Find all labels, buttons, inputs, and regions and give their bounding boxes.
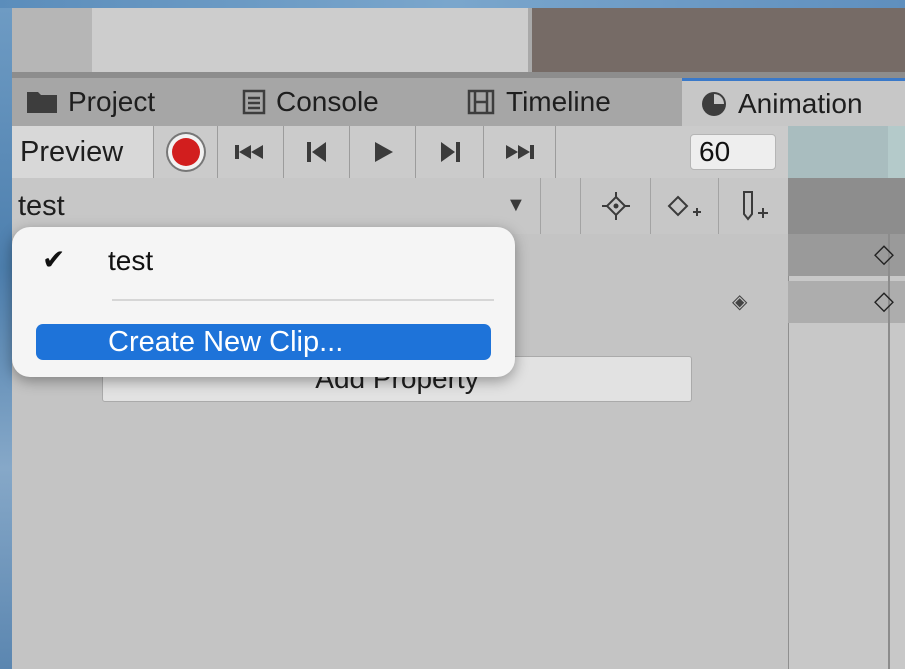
- scene-view[interactable]: [532, 8, 905, 72]
- timeline-ruler-marker: [888, 126, 905, 178]
- keyframe-diamond-icon[interactable]: ◇: [874, 285, 894, 316]
- add-keyframe-icon: [667, 195, 701, 217]
- desktop-backdrop: [0, 0, 12, 669]
- console-icon: [242, 89, 266, 115]
- menu-separator: [112, 299, 494, 301]
- tab-animation[interactable]: Animation: [682, 78, 905, 126]
- previous-keyframe-button[interactable]: [284, 126, 350, 178]
- skip-to-start-icon: [234, 145, 263, 159]
- editor-tab-bar: Project Console Timeline Animation: [12, 78, 905, 127]
- timeline-icon: [467, 89, 495, 115]
- menu-item-test[interactable]: test: [108, 245, 153, 277]
- frame-value: 60: [699, 136, 731, 167]
- tab-timeline-label: Timeline: [506, 86, 611, 117]
- menu-item-test-label: test: [108, 245, 154, 276]
- play-button[interactable]: [350, 126, 416, 178]
- record-icon: [171, 138, 200, 166]
- preview-button[interactable]: Preview: [12, 126, 154, 178]
- chevron-down-icon: ▼: [506, 194, 526, 216]
- folder-icon: [27, 92, 57, 113]
- clock-icon: [702, 91, 726, 116]
- record-button[interactable]: [154, 126, 218, 178]
- tab-project-label: Project: [68, 86, 156, 117]
- step-forward-icon: [440, 142, 460, 162]
- clip-dropdown[interactable]: test: [18, 178, 542, 234]
- first-keyframe-button[interactable]: [218, 126, 284, 178]
- preview-label: Preview: [20, 135, 124, 168]
- clip-popup-menu: ✔ test Create New Clip...: [12, 227, 515, 377]
- checkmark-icon: ✔: [42, 244, 66, 275]
- skip-to-end-icon: [505, 145, 534, 159]
- frame-field[interactable]: 60: [690, 134, 776, 170]
- tab-animation-label: Animation: [738, 87, 863, 119]
- clip-spacer: [540, 178, 580, 234]
- animation-toolbar: Preview 60: [12, 126, 788, 179]
- upper-panel: [92, 8, 528, 72]
- last-keyframe-button[interactable]: [484, 126, 556, 178]
- filter-keyframes-button[interactable]: [580, 178, 650, 234]
- desktop-backdrop-top: [0, 0, 905, 8]
- keyframe-diamond-icon[interactable]: ◇: [874, 238, 894, 269]
- timeline-header-row: [788, 178, 905, 234]
- upper-panel-left: [12, 8, 92, 72]
- step-back-icon: [306, 142, 326, 162]
- add-event-icon: [742, 191, 768, 221]
- play-icon: [374, 142, 393, 162]
- clip-dropdown-value: test: [18, 189, 65, 222]
- tab-timeline[interactable]: Timeline: [466, 78, 686, 126]
- menu-item-create-label: Create New Clip...: [108, 325, 344, 358]
- add-keyframe-button[interactable]: [650, 178, 718, 234]
- crosshair-diamond-icon: [601, 192, 630, 220]
- next-keyframe-button[interactable]: [416, 126, 484, 178]
- keyframe-icon: ◈: [732, 291, 748, 313]
- tab-console-label: Console: [276, 86, 379, 117]
- add-event-button[interactable]: [718, 178, 788, 234]
- tab-project[interactable]: Project: [26, 78, 226, 126]
- menu-item-create-new-clip[interactable]: Create New Clip...: [36, 324, 491, 360]
- tab-console[interactable]: Console: [242, 78, 442, 126]
